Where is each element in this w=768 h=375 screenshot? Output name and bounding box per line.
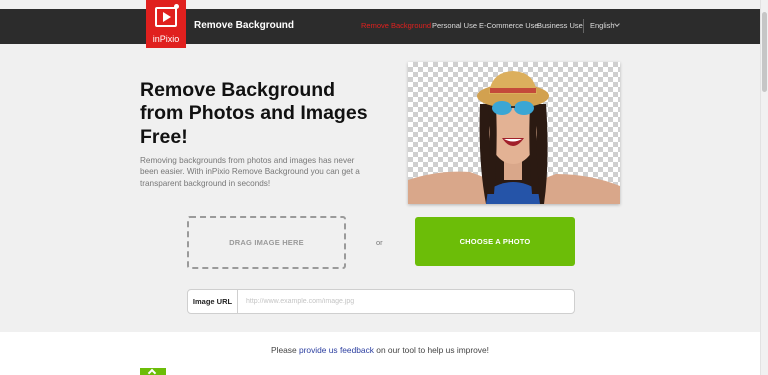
drag-label: DRAG IMAGE HERE: [229, 238, 304, 247]
nav-link-personal-use[interactable]: Personal Use: [432, 21, 477, 30]
nav-link-ecommerce-use[interactable]: E-Commerce Use: [479, 21, 539, 30]
image-url-field: Image URL: [187, 289, 575, 314]
scrollbar-thumb[interactable]: [762, 12, 767, 92]
top-navbar: Remove Background Remove Background Pers…: [0, 9, 760, 44]
inpixio-logo[interactable]: inPixio: [146, 0, 186, 48]
scroll-to-top-button[interactable]: [140, 368, 166, 375]
page-title: Remove Background from Photos and Images…: [140, 79, 368, 148]
nav-divider: [583, 19, 584, 33]
choose-photo-button[interactable]: CHOOSE A PHOTO: [415, 217, 575, 266]
logo-dot: [174, 4, 179, 9]
chevron-down-icon[interactable]: [614, 21, 620, 27]
woman-sunglasses-illustration: [408, 71, 620, 204]
play-icon: [155, 7, 177, 27]
logo-text: inPixio: [152, 34, 180, 44]
nav-link-business-use[interactable]: Business Use: [537, 21, 583, 30]
arrow-up-icon: [147, 368, 157, 375]
brand-title[interactable]: Remove Background: [194, 20, 294, 31]
image-url-label: Image URL: [188, 290, 238, 313]
sample-photo: [408, 62, 620, 204]
feedback-prefix: Please: [271, 345, 299, 355]
nav-link-remove-background[interactable]: Remove Background: [361, 21, 431, 30]
language-selector[interactable]: English: [590, 21, 615, 30]
page-scrollbar[interactable]: [760, 0, 768, 375]
feedback-section: Please provide us feedback on our tool t…: [0, 332, 760, 375]
choose-photo-label: CHOOSE A PHOTO: [459, 237, 531, 246]
hero-description: Removing backgrounds from photos and ima…: [140, 156, 360, 188]
feedback-suffix: on our tool to help us improve!: [373, 345, 489, 355]
image-url-input[interactable]: [246, 294, 566, 309]
feedback-link[interactable]: provide us feedback: [299, 345, 374, 355]
drag-image-dropzone[interactable]: DRAG IMAGE HERE: [187, 216, 346, 269]
or-separator: or: [376, 238, 383, 247]
feedback-text: Please provide us feedback on our tool t…: [0, 345, 760, 355]
